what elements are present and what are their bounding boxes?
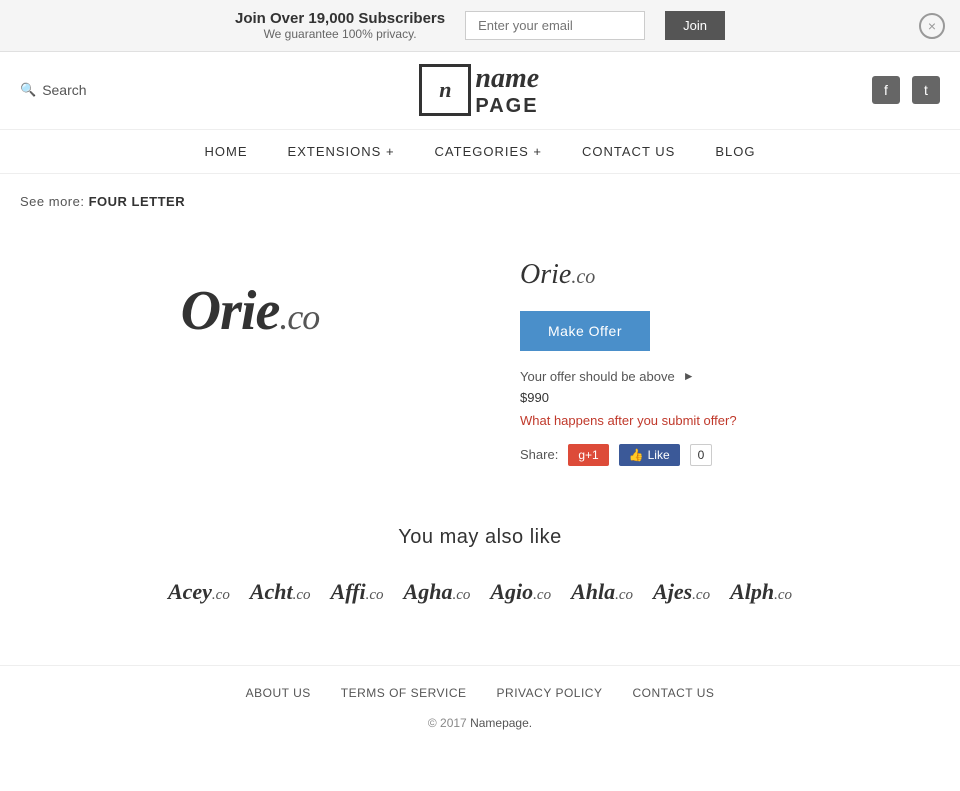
main-nav: HOME EXTENSIONS + CATEGORIES + CONTACT U… [0, 130, 960, 174]
facebook-like-button[interactable]: 👍 Like [619, 444, 680, 466]
main-content: See more: FOUR LETTER Orie.co Orie.co Ma… [0, 174, 960, 665]
nav-home[interactable]: HOME [205, 144, 248, 159]
also-like-grid: Acey.coAcht.coAffi.coAgha.coAgio.coAhla.… [20, 579, 940, 605]
also-like-tld: .co [452, 587, 470, 603]
share-row: Share: g+1 👍 Like 0 [520, 444, 940, 466]
domain-name-logo: Orie [181, 280, 280, 342]
offer-amount: $990 [520, 390, 940, 405]
banner-text: Join Over 19,000 Subscribers We guarante… [235, 10, 445, 41]
domain-name-title: Orie [520, 259, 571, 290]
fb-count: 0 [690, 444, 713, 466]
domain-tld-logo: .co [279, 297, 319, 337]
footer-link[interactable]: TERMS OF SERVICE [341, 686, 467, 700]
facebook-icon[interactable]: f [872, 76, 900, 104]
domain-section: Orie.co Orie.co Make Offer Your offer sh… [20, 239, 940, 486]
offer-note-text: Your offer should be above [520, 369, 675, 384]
top-banner: Join Over 19,000 Subscribers We guarante… [0, 0, 960, 52]
arrow-icon: ► [683, 369, 695, 383]
nav-blog[interactable]: BLOG [715, 144, 755, 159]
also-like-tld: .co [533, 587, 551, 603]
domain-logo-display: Orie.co [181, 279, 320, 343]
also-like-tld: .co [692, 587, 710, 603]
breadcrumb-link[interactable]: FOUR LETTER [89, 194, 186, 209]
make-offer-button[interactable]: Make Offer [520, 311, 650, 351]
copyright-text: © 2017 [428, 716, 467, 730]
search-icon: 🔍 [20, 82, 36, 98]
also-like-name: Acht [250, 579, 293, 604]
breadcrumb-prefix: See more: [20, 194, 84, 209]
also-like-item[interactable]: Acey.co [168, 579, 230, 605]
logo-name: name [475, 64, 539, 95]
offer-note: Your offer should be above ► [520, 369, 940, 384]
join-button[interactable]: Join [665, 11, 725, 40]
gplus-button[interactable]: g+1 [568, 444, 608, 466]
footer-link[interactable]: PRIVACY POLICY [497, 686, 603, 700]
close-button[interactable]: × [919, 13, 945, 39]
footer-copyright: © 2017 Namepage. [20, 716, 940, 730]
footer: ABOUT US TERMS OF SERVICE PRIVACY POLICY CO… [0, 665, 960, 750]
email-input[interactable] [465, 11, 645, 40]
header: 🔍 Search n name PAGE f t [0, 52, 960, 130]
also-like-item[interactable]: Ahla.co [571, 579, 633, 605]
share-label: Share: [520, 447, 558, 462]
logo-icon: n [419, 64, 471, 116]
also-like-item[interactable]: Alph.co [730, 579, 792, 605]
search-link[interactable]: 🔍 Search [20, 82, 87, 98]
also-like-item[interactable]: Ajes.co [653, 579, 710, 605]
also-like-item[interactable]: Agha.co [404, 579, 471, 605]
also-like-name: Affi [331, 579, 366, 604]
also-like-tld: .co [615, 587, 633, 603]
also-like-item[interactable]: Affi.co [331, 579, 384, 605]
banner-sub-text: We guarantee 100% privacy. [235, 27, 445, 41]
breadcrumb: See more: FOUR LETTER [20, 194, 940, 209]
also-like-name: Acey [168, 579, 212, 604]
domain-tld-title: .co [571, 266, 595, 288]
fb-thumbs-icon: 👍 [629, 448, 644, 462]
search-label: Search [42, 82, 86, 98]
also-like-name: Alph [730, 579, 774, 604]
nav-contact[interactable]: CONTACT US [582, 144, 675, 159]
also-like-name: Ajes [653, 579, 692, 604]
also-like-tld: .co [366, 587, 384, 603]
also-like-name: Agio [490, 579, 533, 604]
also-like-title: You may also like [20, 526, 940, 549]
footer-link[interactable]: CONTACT US [632, 686, 714, 700]
domain-info: Orie.co Make Offer Your offer should be … [520, 239, 940, 486]
domain-logo-area: Orie.co [20, 239, 480, 383]
twitter-icon[interactable]: t [912, 76, 940, 104]
logo-page: PAGE [475, 95, 539, 117]
also-like-item[interactable]: Acht.co [250, 579, 311, 605]
footer-links: ABOUT US TERMS OF SERVICE PRIVACY POLICY CO… [20, 686, 940, 700]
banner-main-text: Join Over 19,000 Subscribers [235, 10, 445, 27]
social-links: f t [872, 76, 940, 104]
nav-extensions[interactable]: EXTENSIONS + [288, 144, 395, 159]
also-like-tld: .co [293, 587, 311, 603]
also-like-name: Ahla [571, 579, 615, 604]
footer-link[interactable]: ABOUT US [246, 686, 311, 700]
what-happens-link[interactable]: What happens after you submit offer? [520, 413, 940, 428]
also-like-section: You may also like Acey.coAcht.coAffi.coA… [20, 526, 940, 605]
domain-title: Orie.co [520, 259, 940, 291]
copyright-link[interactable]: Namepage. [470, 716, 532, 730]
logo-text: name PAGE [475, 64, 539, 117]
logo-link[interactable]: n name PAGE [419, 64, 539, 117]
fb-label: Like [648, 448, 670, 462]
also-like-tld: .co [774, 587, 792, 603]
also-like-tld: .co [212, 587, 230, 603]
nav-categories[interactable]: CATEGORIES + [435, 144, 542, 159]
also-like-name: Agha [404, 579, 453, 604]
also-like-item[interactable]: Agio.co [490, 579, 551, 605]
